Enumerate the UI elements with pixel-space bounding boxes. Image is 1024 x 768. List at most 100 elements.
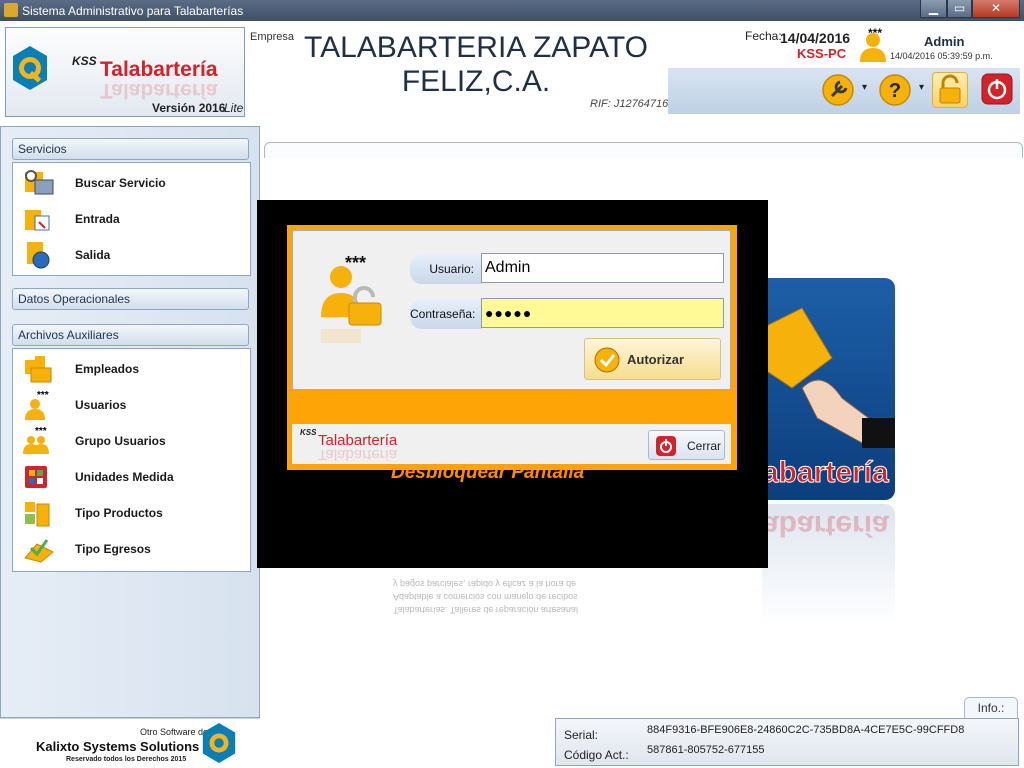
splash-brand: abartería bbox=[762, 456, 890, 490]
sidebar-item-label: Grupo Usuarios bbox=[75, 434, 166, 448]
title-bar: Sistema Administrativo para Talabartería… bbox=[0, 0, 1024, 21]
measure-units-icon bbox=[25, 466, 47, 488]
entry-icon bbox=[25, 210, 50, 231]
license-info: Serial: 884F9316-BFE906E8-24860C2C-735BD… bbox=[555, 718, 1019, 766]
tools-dropdown-icon[interactable]: ▾ bbox=[862, 82, 867, 93]
sidebar-item-label: Salida bbox=[75, 248, 111, 262]
activation-code-label: Código Act.: bbox=[564, 748, 629, 762]
sidebar-item-label: Empleados bbox=[75, 362, 140, 376]
dialog-kss: KSS bbox=[300, 428, 317, 437]
sidebar-item-grupo-usuarios[interactable]: *** Grupo Usuarios bbox=[23, 426, 243, 456]
serial-label: Serial: bbox=[564, 728, 599, 742]
minimize-button[interactable]: ▁ bbox=[920, 0, 947, 18]
vendor-name: Kalixto Systems Solutions bbox=[36, 739, 200, 754]
close-dialog-label: Cerrar bbox=[687, 439, 722, 453]
sidebar-item-salida[interactable]: Salida bbox=[23, 240, 243, 270]
username-input[interactable]: Admin bbox=[481, 253, 724, 283]
user-icon: *** bbox=[25, 390, 49, 420]
sidebar-item-label: Unidades Medida bbox=[75, 470, 174, 484]
password-label: Contraseña: bbox=[410, 299, 482, 329]
other-software-label: Otro Software de bbox=[140, 727, 209, 737]
splash-reflected-text: Talabarterías. Talleres de reparación ar… bbox=[393, 566, 623, 616]
help-icon: ? bbox=[879, 74, 911, 106]
check-icon bbox=[594, 347, 620, 373]
sidebar: Servicios Buscar Servicio Entrada Salida… bbox=[0, 126, 260, 718]
lock-button[interactable] bbox=[932, 72, 968, 108]
reflected-line: Adaptable a comercios con manejo de reci… bbox=[393, 592, 578, 602]
close-button[interactable]: ✕ bbox=[972, 0, 1020, 18]
svg-text:***: *** bbox=[35, 426, 47, 437]
servicios-panel: Buscar Servicio Entrada Salida bbox=[12, 162, 251, 276]
app-icon bbox=[4, 3, 18, 17]
activation-code-value: 587861-805752-677155 bbox=[647, 744, 765, 756]
help-dropdown-icon[interactable]: ▾ bbox=[919, 82, 924, 93]
company-rif: RIF: J12764716 bbox=[590, 98, 669, 110]
sidebar-item-tipo-productos[interactable]: Tipo Productos bbox=[23, 498, 243, 528]
employees-icon bbox=[25, 356, 52, 383]
svg-text:***: *** bbox=[37, 390, 49, 401]
splash-panel: abartería bbox=[762, 278, 895, 500]
sidebar-footer: Otro Software de Kalixto Systems Solutio… bbox=[0, 718, 260, 768]
brand-name-reflection: Talabartería bbox=[100, 79, 218, 102]
unlock-hand-icon bbox=[762, 307, 895, 448]
sidebar-item-entrada[interactable]: Entrada bbox=[23, 204, 243, 234]
product-types-icon bbox=[25, 502, 50, 527]
session-timestamp: 14/04/2016 05:39:59 p.m. bbox=[890, 51, 993, 61]
company-name-line2: FELIZ,C.A. bbox=[401, 65, 551, 98]
session-user: Admin bbox=[924, 34, 965, 49]
search-service-icon bbox=[25, 170, 54, 195]
main-tab-strip bbox=[264, 142, 1023, 158]
authorize-label: Autorizar bbox=[627, 352, 685, 367]
brand-kss: KSS bbox=[72, 54, 97, 68]
svg-text:?: ? bbox=[889, 80, 901, 102]
sidebar-item-label: Entrada bbox=[75, 212, 120, 226]
help-button[interactable]: ? bbox=[877, 72, 913, 108]
company-label: Empresa bbox=[250, 31, 295, 43]
sidebar-item-tipo-egresos[interactable]: Tipo Egresos bbox=[23, 534, 243, 564]
expense-types-icon bbox=[24, 539, 54, 563]
version-label: Versión 2016 bbox=[152, 101, 226, 115]
wrench-icon bbox=[822, 74, 854, 106]
group-servicios[interactable]: Servicios bbox=[12, 138, 249, 160]
date-label: Fecha: bbox=[745, 29, 782, 43]
machine-name: KSS-PC bbox=[797, 46, 847, 61]
sidebar-item-label: Tipo Productos bbox=[75, 506, 163, 520]
dialog-stars: *** bbox=[345, 253, 367, 273]
brand-logo-box: KSS Talabartería Talabartería Versión 20… bbox=[5, 27, 245, 117]
user-stars: *** bbox=[868, 26, 883, 40]
tools-button[interactable] bbox=[820, 72, 856, 108]
sidebar-item-buscar-servicio[interactable]: Buscar Servicio bbox=[23, 168, 243, 198]
group-datos-operacionales[interactable]: Datos Operacionales bbox=[12, 288, 249, 310]
group-archivos-auxiliares[interactable]: Archivos Auxiliares bbox=[12, 324, 249, 346]
sidebar-item-label: Tipo Egresos bbox=[75, 542, 151, 556]
sidebar-item-usuarios[interactable]: *** Usuarios bbox=[23, 390, 243, 420]
exit-icon bbox=[27, 242, 50, 269]
kalixto-logo-icon bbox=[202, 723, 236, 763]
authorize-button[interactable]: Autorizar bbox=[584, 338, 721, 380]
power-icon bbox=[656, 436, 676, 456]
info-tab[interactable]: Info.: bbox=[964, 697, 1018, 719]
user-group-icon: *** bbox=[23, 426, 49, 454]
maximize-button[interactable]: ▭ bbox=[947, 0, 972, 18]
splash-reflection: abartería bbox=[762, 504, 895, 624]
sidebar-item-unidades-medida[interactable]: Unidades Medida bbox=[23, 462, 243, 492]
window-title: Sistema Administrativo para Talabartería… bbox=[22, 4, 244, 18]
company-name-line1: TALABARTERIA ZAPATO bbox=[304, 31, 648, 64]
sidebar-item-label: Usuarios bbox=[75, 398, 127, 412]
session-date: 14/04/2016 bbox=[780, 30, 851, 46]
version-edition: Lite bbox=[224, 101, 244, 115]
close-dialog-button[interactable]: Cerrar bbox=[648, 430, 725, 460]
password-input[interactable]: ●●●●● bbox=[481, 298, 724, 328]
reflected-line: Talabarterías. Talleres de reparación ar… bbox=[393, 605, 578, 615]
kss-logo-icon bbox=[13, 46, 47, 90]
toolbar: ▾ ? ▾ bbox=[668, 68, 1020, 114]
reflected-line: y pagos parciales, rápido y eficaz a la … bbox=[393, 579, 577, 589]
auxiliares-panel: Empleados *** Usuarios *** Grupo Usuario… bbox=[12, 348, 251, 572]
sidebar-item-empleados[interactable]: Empleados bbox=[23, 354, 243, 384]
dialog-brand-reflection: Talabartería bbox=[318, 446, 398, 463]
power-icon bbox=[981, 73, 1013, 105]
rights-text: Reservado todos los Derechos 2015 bbox=[66, 756, 187, 763]
serial-value: 884F9316-BFE906E8-24860C2C-735BD8A-4CE7E… bbox=[647, 724, 965, 736]
power-button[interactable] bbox=[980, 72, 1016, 108]
sidebar-item-label: Buscar Servicio bbox=[75, 176, 166, 190]
